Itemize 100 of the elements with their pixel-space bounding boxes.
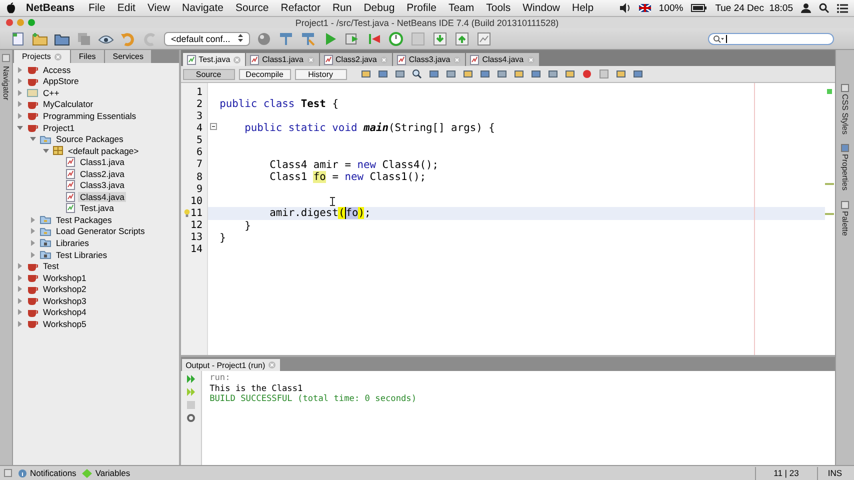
properties-icon[interactable] — [841, 144, 849, 152]
menu-item[interactable]: Team — [442, 2, 480, 14]
tree-item[interactable]: Test — [40, 261, 61, 272]
collapsed-arrow-icon[interactable] — [30, 228, 36, 234]
tree-item[interactable]: C++ — [40, 88, 62, 98]
search-icon[interactable] — [412, 69, 422, 79]
tree-item[interactable]: Load Generator Scripts — [54, 226, 147, 236]
zoom-button[interactable] — [28, 19, 35, 26]
fold-icon[interactable] — [210, 123, 217, 130]
record-icon[interactable] — [582, 69, 592, 79]
menu-item[interactable]: Navigate — [176, 2, 230, 14]
close-icon[interactable] — [526, 56, 535, 64]
tree-item[interactable]: Test.java — [78, 203, 116, 214]
menu-item[interactable]: Help — [566, 2, 600, 14]
search-icon[interactable] — [819, 3, 829, 13]
sphere-icon[interactable] — [256, 30, 272, 46]
collapsed-arrow-icon[interactable] — [17, 274, 24, 281]
close-icon[interactable] — [268, 361, 276, 369]
new-file-icon[interactable] — [10, 30, 26, 46]
undo-icon[interactable] — [120, 30, 136, 46]
menu-item[interactable]: File — [82, 2, 112, 14]
collapsed-arrow-icon[interactable] — [17, 263, 24, 270]
menu-item[interactable]: Source — [229, 2, 275, 14]
debug-icon[interactable] — [344, 30, 360, 46]
side-tab[interactable]: CSS Styles — [840, 94, 850, 134]
square-icon[interactable] — [598, 69, 609, 79]
collapsed-arrow-icon[interactable] — [17, 286, 24, 292]
panel-tab[interactable]: Services — [104, 50, 152, 63]
collapsed-arrow-icon[interactable] — [17, 66, 24, 73]
side-tab[interactable]: Properties — [840, 154, 850, 191]
menu-icon[interactable] — [837, 4, 848, 12]
output-tab[interactable]: Output - Project1 (run) — [182, 359, 280, 371]
side-tab[interactable]: Palette — [840, 210, 850, 236]
menu-item[interactable]: Debug — [358, 2, 401, 14]
tree-item[interactable]: Source Packages — [54, 134, 126, 144]
editor-tab[interactable]: Class2.java — [320, 53, 392, 66]
rerun-icon[interactable] — [186, 374, 196, 384]
tree-item[interactable]: Test Libraries — [54, 250, 110, 260]
tree-item[interactable]: Test Packages — [54, 214, 114, 225]
apple-icon[interactable] — [6, 2, 16, 14]
collapsed-arrow-icon[interactable] — [17, 320, 24, 327]
rerun-icon[interactable] — [186, 387, 196, 397]
tree-item[interactable]: Class2.java — [78, 168, 126, 179]
tree-item[interactable]: Class3.java — [78, 180, 126, 190]
flag-icon[interactable] — [638, 4, 651, 12]
collapsed-arrow-icon[interactable] — [17, 298, 24, 304]
editor-tab[interactable]: Class4.java — [466, 53, 539, 66]
tree-item[interactable]: Workshop5 — [40, 318, 88, 329]
close-icon[interactable] — [306, 56, 315, 64]
profile-icon[interactable] — [388, 30, 404, 46]
close-icon[interactable] — [233, 56, 242, 64]
collapsed-arrow-icon[interactable] — [17, 309, 24, 316]
volume-icon[interactable] — [618, 3, 631, 13]
editor-tab[interactable]: Test.java — [182, 53, 246, 66]
collapsed-arrow-icon[interactable] — [30, 240, 36, 246]
collapsed-arrow-icon[interactable] — [30, 216, 36, 223]
minimize-button[interactable] — [17, 19, 24, 26]
expanded-arrow-icon[interactable] — [17, 124, 24, 130]
tree-item[interactable]: Programming Essentials — [40, 110, 138, 121]
upload-icon[interactable] — [454, 30, 470, 46]
editor-tab[interactable]: Class3.java — [392, 53, 466, 66]
tree-item[interactable]: MyCalculator — [40, 99, 96, 110]
panel-tab[interactable]: Files — [70, 50, 104, 63]
menu-item[interactable]: Edit — [111, 2, 142, 14]
hammer-icon[interactable] — [278, 30, 294, 46]
close-button[interactable] — [6, 19, 13, 26]
new-project-icon[interactable] — [32, 30, 48, 46]
tree-item[interactable]: AppStore — [40, 76, 81, 86]
info-icon[interactable] — [18, 468, 27, 478]
lightbulb-icon[interactable] — [184, 209, 190, 218]
close-icon[interactable] — [54, 52, 62, 60]
download-icon[interactable] — [432, 30, 448, 46]
navigator-tab[interactable]: Navigator — [1, 66, 10, 100]
collapsed-arrow-icon[interactable] — [17, 101, 24, 108]
clean-build-icon[interactable] — [300, 30, 316, 46]
tree-item[interactable]: Class4.java — [78, 192, 126, 202]
collapsed-arrow-icon[interactable] — [17, 112, 24, 119]
tree-item[interactable]: Access — [40, 64, 73, 75]
expanded-arrow-icon[interactable] — [43, 148, 50, 154]
menu-item[interactable]: Tools — [480, 2, 517, 14]
close-icon[interactable] — [453, 56, 462, 64]
configuration-dropdown[interactable]: <default conf... — [164, 32, 250, 46]
tree-item[interactable]: Class1.java — [78, 157, 126, 168]
tree-item[interactable]: Workshop1 — [40, 272, 88, 283]
variables-tab[interactable]: Variables — [95, 468, 130, 478]
editor-tab[interactable]: Class1.java — [246, 53, 319, 66]
collapsed-arrow-icon[interactable] — [30, 252, 36, 258]
menu-item[interactable]: View — [141, 2, 176, 14]
tree-item[interactable]: Workshop3 — [40, 296, 88, 306]
menu-item[interactable]: Refactor — [274, 2, 326, 14]
panel-tab[interactable]: Projects — [14, 50, 70, 63]
menu-item[interactable]: Run — [326, 2, 358, 14]
collapsed-arrow-icon[interactable] — [17, 90, 24, 96]
battery-icon[interactable] — [691, 4, 708, 12]
collapsed-arrow-icon[interactable] — [17, 78, 24, 84]
search-field[interactable] — [708, 32, 834, 44]
notifications-tab[interactable]: Notifications — [30, 468, 76, 478]
user-icon[interactable] — [801, 3, 811, 13]
expanded-arrow-icon[interactable] — [30, 136, 36, 142]
tree-item[interactable]: Project1 — [40, 122, 76, 132]
